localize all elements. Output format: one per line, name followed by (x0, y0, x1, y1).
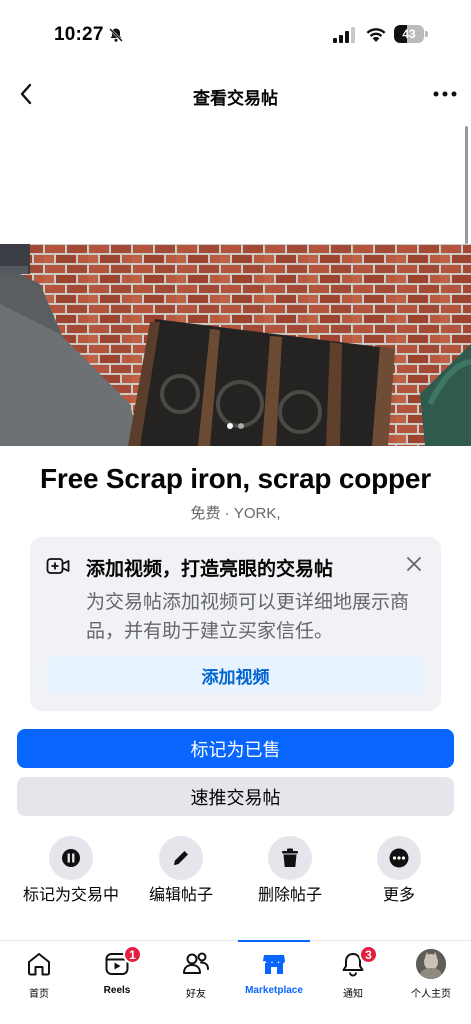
battery-indicator: 43 (394, 25, 428, 43)
wifi-icon (366, 28, 386, 42)
bell-muted-icon (109, 28, 123, 42)
more-horizontal-icon (433, 91, 457, 97)
home-icon (28, 953, 50, 976)
mark-pending-action[interactable]: 标记为交易中 (16, 836, 126, 906)
delete-post-action[interactable]: 删除帖子 (235, 836, 345, 906)
tab-label: Marketplace (245, 985, 303, 996)
status-bar: 10:27 43 (0, 0, 471, 66)
avatar (416, 949, 446, 979)
tab-label: 好友 (186, 989, 206, 1000)
tab-reels[interactable]: 1 Reels (78, 945, 156, 996)
boost-listing-button[interactable]: 速推交易帖 (17, 777, 454, 816)
trash-icon (282, 848, 298, 867)
tab-marketplace[interactable]: Marketplace (235, 949, 313, 996)
add-video-promo-card: 添加视频，打造亮眼的交易帖 为交易帖添加视频可以更详细地展示商品，并有助于建立买… (30, 537, 441, 711)
more-dots-icon (389, 848, 409, 868)
mark-as-sold-button[interactable]: 标记为已售 (17, 729, 454, 768)
add-video-button[interactable]: 添加视频 (47, 656, 424, 694)
video-add-icon (46, 558, 70, 574)
pencil-icon (174, 851, 188, 865)
close-icon (407, 557, 421, 571)
photo-pager[interactable] (0, 423, 471, 429)
page-title: 查看交易帖 (193, 89, 278, 108)
pause-icon (62, 849, 80, 867)
scrollbar[interactable] (465, 126, 468, 244)
listing-actions: 标记为交易中 编辑帖子 删除帖子 更多 (0, 836, 471, 931)
more-action[interactable]: 更多 (344, 836, 454, 906)
pager-dot[interactable] (227, 423, 233, 429)
active-tab-indicator (238, 940, 310, 942)
listing-photo[interactable] (0, 244, 471, 446)
promo-close-button[interactable] (403, 553, 425, 575)
tab-profile[interactable]: 个人主页 (392, 949, 470, 1000)
cellular-signal-icon (333, 27, 355, 43)
action-label: 编辑帖子 (148, 887, 213, 904)
friends-icon (183, 952, 209, 974)
tab-label: 首页 (29, 989, 49, 1000)
action-label: 标记为交易中 (23, 887, 120, 904)
battery-percent: 43 (402, 27, 416, 41)
tab-notifications[interactable]: 3 通知 (314, 945, 392, 1000)
notification-badge: 1 (123, 945, 142, 964)
listing-title: Free Scrap iron, scrap copper (39, 463, 431, 494)
marketplace-icon (263, 955, 285, 974)
tab-label: Reels (103, 985, 131, 996)
pager-dot[interactable] (238, 423, 244, 429)
photo-image (0, 244, 471, 446)
top-nav: 查看交易帖 (0, 74, 471, 116)
bottom-tab-bar: 首页 1 Reels 好友 Marketplace 3 通知 个人主页 (0, 940, 471, 1024)
edit-post-action[interactable]: 编辑帖子 (126, 836, 236, 906)
action-label: 删除帖子 (257, 887, 322, 904)
notification-badge: 3 (359, 945, 378, 964)
tab-friends[interactable]: 好友 (157, 949, 235, 1000)
listing-price-location: 免费 · YORK, (190, 505, 281, 522)
tab-label: 通知 (343, 989, 363, 1000)
tab-home[interactable]: 首页 (0, 949, 78, 1000)
promo-title: 添加视频，打造亮眼的交易帖 (86, 559, 334, 580)
more-options-button[interactable] (429, 80, 461, 108)
promo-description: 为交易帖添加视频可以更详细地展示商品，并有助于建立买家信任。 (86, 592, 410, 642)
status-time: 10:27 (54, 24, 104, 45)
action-label: 更多 (382, 887, 415, 904)
tab-label: 个人主页 (411, 989, 451, 1000)
